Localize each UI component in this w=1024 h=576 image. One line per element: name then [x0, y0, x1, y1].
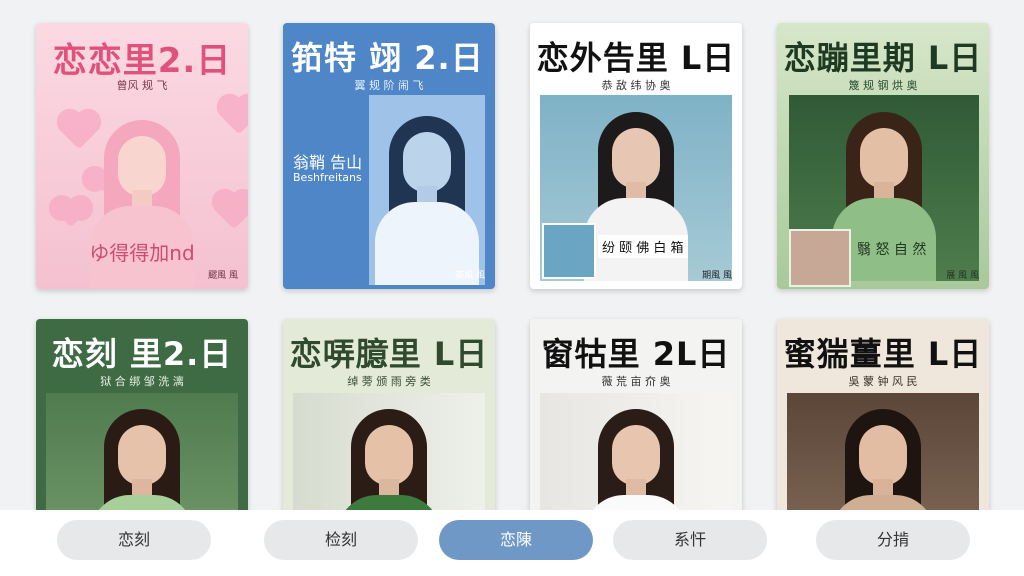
magazine-card-1[interactable]: 恋恋里2.日 曾风 规 飞 ゆ得得加nd 飂風 風 — [36, 23, 248, 289]
tab-3-active[interactable]: 恋陳 — [439, 520, 593, 560]
cover-title: 恋外告里 L日 — [536, 39, 736, 77]
magazine-card-6[interactable]: 恋哢臆里 L日 绰 蒡 颁 雨 旁 类 — [283, 319, 495, 519]
cover-title: 蜜猯薑里 L日 — [783, 335, 983, 373]
inset-photo — [789, 229, 851, 287]
cover-title: 恋恋里2.日 — [52, 41, 232, 81]
magazine-card-2[interactable]: 筘特 翊 2.日 翼 规 阶 闹 飞 翁鞘 告山 Beshfreitans 英風… — [283, 23, 495, 289]
cover-overlay-text: ゆ得得加nd — [89, 241, 195, 265]
cover-subtitle: 翼 规 阶 闹 飞 — [354, 79, 424, 92]
cover-photo — [369, 95, 485, 285]
inset-photo — [542, 223, 596, 279]
cover-title: 窗牯里 2L日 — [541, 335, 731, 373]
bottom-tab-bar: 恋刻 检刻 恋陳 系忓 分掯 — [0, 510, 1024, 576]
cover-title: 恋刻 里2.日 — [51, 335, 233, 373]
cover-title: 恋哢臆里 L日 — [289, 335, 489, 373]
magazine-card-4[interactable]: 恋蹦里期 L日 篾 规 钢 烘 奥 翳 怒 自 然 展 風 風 — [777, 23, 989, 289]
cover-headline-en: Beshfreitans — [293, 171, 362, 184]
magazine-card-7[interactable]: 窗牯里 2L日 薇 荒 亩 夼 奥 — [530, 319, 742, 519]
cover-footer: 展 風 風 — [946, 271, 979, 281]
cover-title: 恋蹦里期 L日 — [783, 39, 983, 77]
cover-subtitle: 绰 蒡 颁 雨 旁 类 — [347, 375, 431, 388]
magazine-card-5[interactable]: 恋刻 里2.日 狱 合 绑 邹 洗 漓 — [36, 319, 248, 519]
cover-footer: 期風 風 — [702, 271, 732, 281]
cover-photo — [46, 393, 238, 519]
tab-2[interactable]: 检刻 — [264, 520, 418, 560]
cover-caption: 翳 怒 自 然 — [857, 242, 927, 258]
cover-photo — [293, 393, 485, 519]
cover-caption: 纷 颐 佛 白 箱 — [598, 235, 688, 258]
cover-photo — [787, 393, 979, 519]
cover-subtitle: 吳 蒙 钟 风 民 — [848, 375, 918, 388]
cover-footer: 飂風 風 — [208, 271, 238, 281]
cover-photo — [540, 393, 732, 519]
tab-1[interactable]: 恋刻 — [57, 520, 211, 560]
cover-title: 筘特 翊 2.日 — [291, 39, 484, 77]
magazine-card-8[interactable]: 蜜猯薑里 L日 吳 蒙 钟 风 民 — [777, 319, 989, 519]
cover-subtitle: 曾风 规 飞 — [116, 79, 168, 92]
tab-4[interactable]: 系忓 — [613, 520, 767, 560]
cover-subtitle: 篾 规 钢 烘 奥 — [848, 79, 918, 92]
magazine-grid: 恋恋里2.日 曾风 规 飞 ゆ得得加nd 飂風 風 筘特 翊 2.日 翼 规 阶… — [0, 0, 1024, 519]
cover-headline: 翁鞘 告山 — [293, 153, 363, 172]
magazine-card-3[interactable]: 恋外告里 L日 恭 敌 纬 协 奥 纷 颐 佛 白 箱 期風 風 — [530, 23, 742, 289]
cover-subtitle: 恭 敌 纬 协 奥 — [601, 79, 671, 92]
cover-subtitle: 狱 合 绑 邹 洗 漓 — [100, 375, 184, 388]
cover-footer: 英風 風 — [455, 271, 485, 281]
tab-5[interactable]: 分掯 — [816, 520, 970, 560]
cover-subtitle: 薇 荒 亩 夼 奥 — [601, 375, 671, 388]
